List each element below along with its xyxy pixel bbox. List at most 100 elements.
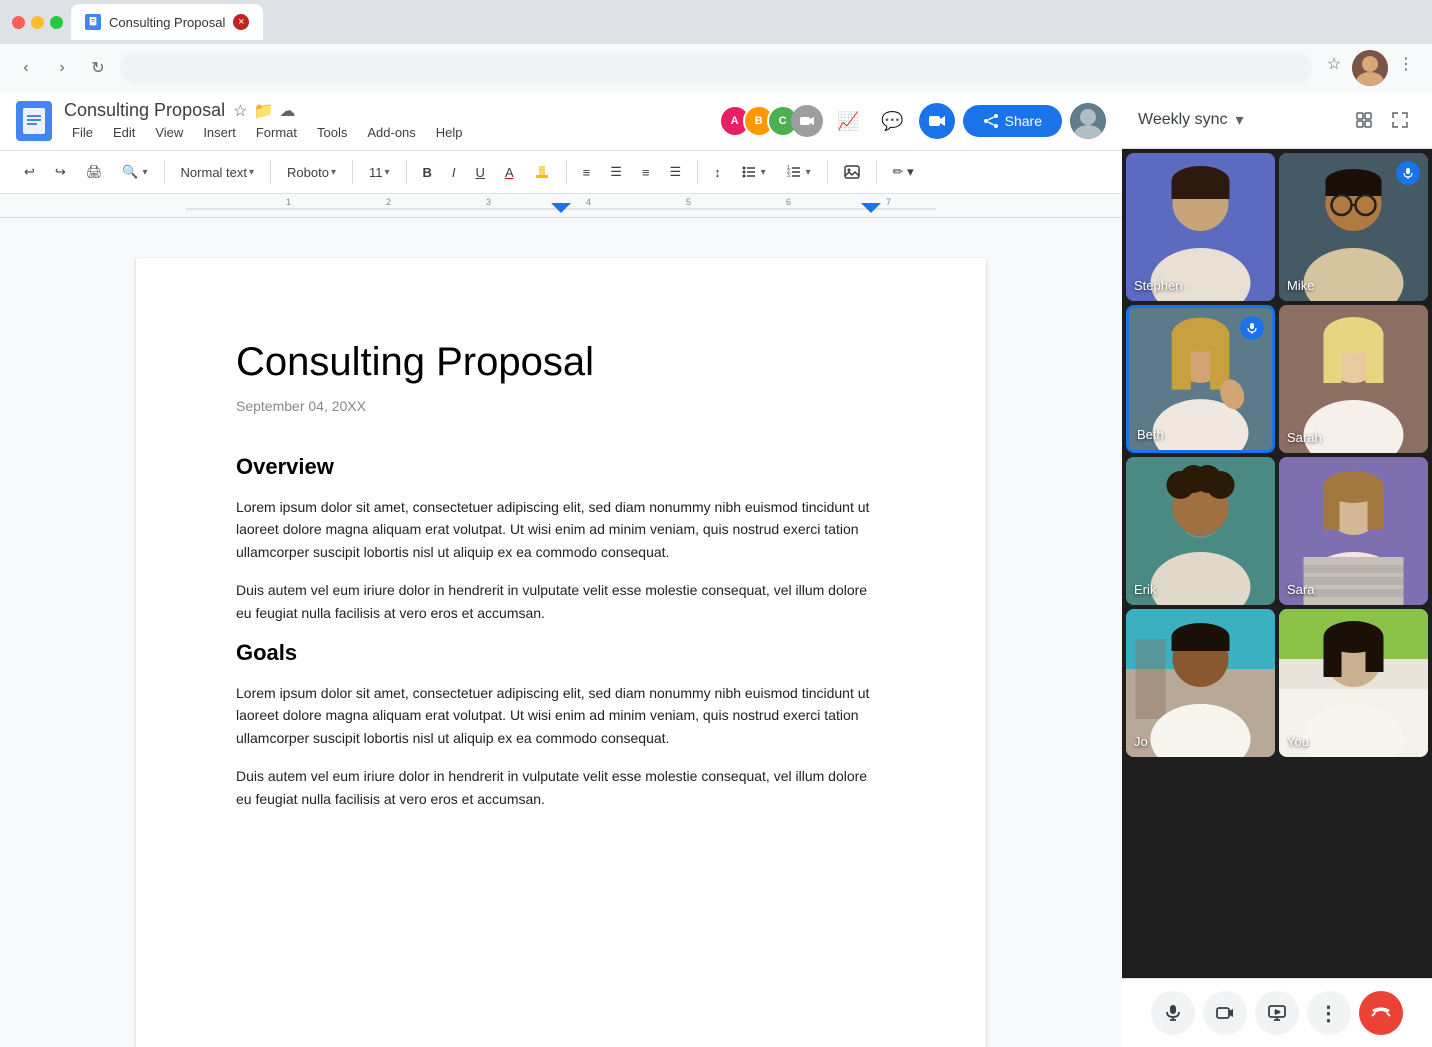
text-color-button[interactable]: A [497,157,522,187]
align-center-button[interactable]: ☰ [602,157,630,187]
tabs-bar: Consulting Proposal [71,4,1420,40]
forward-button[interactable]: › [48,54,76,82]
url-bar[interactable] [120,52,1312,84]
docs-logo [16,101,52,141]
menu-view[interactable]: View [147,123,191,142]
video-tile-sara: Sara [1279,457,1428,605]
title-menu: Consulting Proposal ☆ 📁 ☁ File Edit View… [64,100,471,142]
justify-button[interactable]: ☰ [661,157,689,187]
docs-area: Consulting Proposal ☆ 📁 ☁ File Edit View… [0,92,1122,1047]
paragraph-style-dropdown[interactable]: Normal text ▾ [173,157,263,187]
panel-header-actions [1348,104,1416,136]
insights-icon[interactable]: 📈 [831,103,867,139]
meet-button[interactable] [919,103,955,139]
goals-para-2: Duis autem vel eum iriure dolor in hendr… [236,765,886,810]
maximize-button[interactable] [50,16,63,29]
menu-format[interactable]: Format [248,123,305,142]
tab-title: Consulting Proposal [109,15,225,30]
zoom-button[interactable]: 🔍 ▾ [114,157,155,187]
bookmark-icon[interactable]: ☆ [1320,50,1348,78]
doc-title: Consulting Proposal [64,100,225,121]
menu-tools[interactable]: Tools [309,123,355,142]
menu-edit[interactable]: Edit [105,123,143,142]
paragraph-style-label: Normal text [181,165,247,180]
present-button[interactable] [1255,991,1299,1035]
refresh-button[interactable]: ↻ [84,54,112,82]
video-tile-jo: Jo [1126,609,1275,757]
overview-para-1: Lorem ipsum dolor sit amet, consectetuer… [236,496,886,563]
separator-1 [164,160,165,184]
svg-text:6: 6 [786,197,791,207]
menu-addons[interactable]: Add-ons [359,123,423,142]
doc-title-row: Consulting Proposal ☆ 📁 ☁ [64,100,471,121]
participant-name-sara: Sara [1287,582,1314,597]
cloud-icon[interactable]: ☁ [279,101,295,121]
print-button[interactable]: 🖨 [78,157,111,187]
folder-icon[interactable]: 📁 [253,101,273,121]
meeting-dropdown-arrow[interactable]: ▾ [1236,110,1244,130]
doc-content-area: Consulting Proposal September 04, 20XX O… [0,218,1122,1047]
end-call-button[interactable] [1359,991,1403,1035]
align-right-button[interactable]: ≡ [634,157,658,187]
menu-file[interactable]: File [64,123,101,142]
separator-8 [876,160,877,184]
separator-7 [827,160,828,184]
tab-close-button[interactable] [233,14,249,30]
bold-button[interactable]: B [415,157,440,187]
separator-5 [566,160,567,184]
participant-name-erik: Erik [1134,582,1156,597]
font-size-dropdown[interactable]: 11 ▾ [361,157,398,187]
account-avatar[interactable] [1070,103,1106,139]
font-dropdown[interactable]: Roboto ▾ [279,157,344,187]
video-panel-header: Weekly sync ▾ [1122,92,1432,149]
goals-heading: Goals [236,640,886,666]
highlight-button[interactable] [526,157,558,187]
format-toolbar: ↩ ↪ 🖨 🔍 ▾ Normal text ▾ Roboto ▾ 11 ▾ [0,151,1122,194]
numbered-list-button[interactable]: 1.2.3. ▾ [778,157,819,187]
font-label: Roboto [287,165,329,180]
italic-button[interactable]: I [444,157,464,187]
svg-text:3.: 3. [787,173,791,179]
grid-view-icon[interactable] [1348,104,1380,136]
video-grid: Stephen Mike [1122,149,1432,978]
svg-text:1: 1 [286,197,291,207]
video-panel: Weekly sync ▾ [1122,92,1432,1047]
active-tab[interactable]: Consulting Proposal [71,4,263,40]
video-tile-erik: Erik [1126,457,1275,605]
camera-button[interactable] [1203,991,1247,1035]
meeting-title: Weekly sync [1138,111,1228,129]
chat-icon[interactable]: 💬 [875,103,911,139]
undo-button[interactable]: ↩ [16,157,43,187]
line-spacing-button[interactable]: ↕ [706,157,729,187]
mute-button[interactable] [1151,991,1195,1035]
back-button[interactable]: ‹ [12,54,40,82]
separator-2 [270,160,271,184]
ruler: 1 2 3 4 5 6 7 [0,194,1122,218]
star-icon[interactable]: ☆ [233,101,247,121]
menu-insert[interactable]: Insert [195,123,244,142]
more-options-button[interactable]: ⋮ [1307,991,1351,1035]
align-left-button[interactable]: ≡ [575,157,599,187]
svg-text:5: 5 [686,197,691,207]
browser-chrome: Consulting Proposal [0,0,1432,44]
redo-button[interactable]: ↪ [47,157,74,187]
goals-para-1: Lorem ipsum dolor sit amet, consectetuer… [236,682,886,749]
insert-image-button[interactable] [836,157,868,187]
participant-name-jo: Jo [1134,734,1148,749]
separator-4 [406,160,407,184]
menu-help[interactable]: Help [428,123,471,142]
collaborator-avatar-4 [791,105,823,137]
underline-button[interactable]: U [468,157,493,187]
share-button[interactable]: Share [963,105,1062,137]
minimize-button[interactable] [31,16,44,29]
bullet-list-button[interactable]: ▾ [733,157,774,187]
menu-icon[interactable]: ⋮ [1392,50,1420,78]
collaborators-avatars: A B C [719,105,823,137]
close-button[interactable] [12,16,25,29]
app-container: Consulting Proposal ☆ 📁 ☁ File Edit View… [0,92,1432,1047]
user-profile-icon[interactable] [1352,50,1388,86]
font-size-label: 11 [369,165,383,180]
video-tile-mike: Mike [1279,153,1428,301]
editing-mode-button[interactable]: ✏ ▾ [885,157,922,187]
expand-icon[interactable] [1384,104,1416,136]
